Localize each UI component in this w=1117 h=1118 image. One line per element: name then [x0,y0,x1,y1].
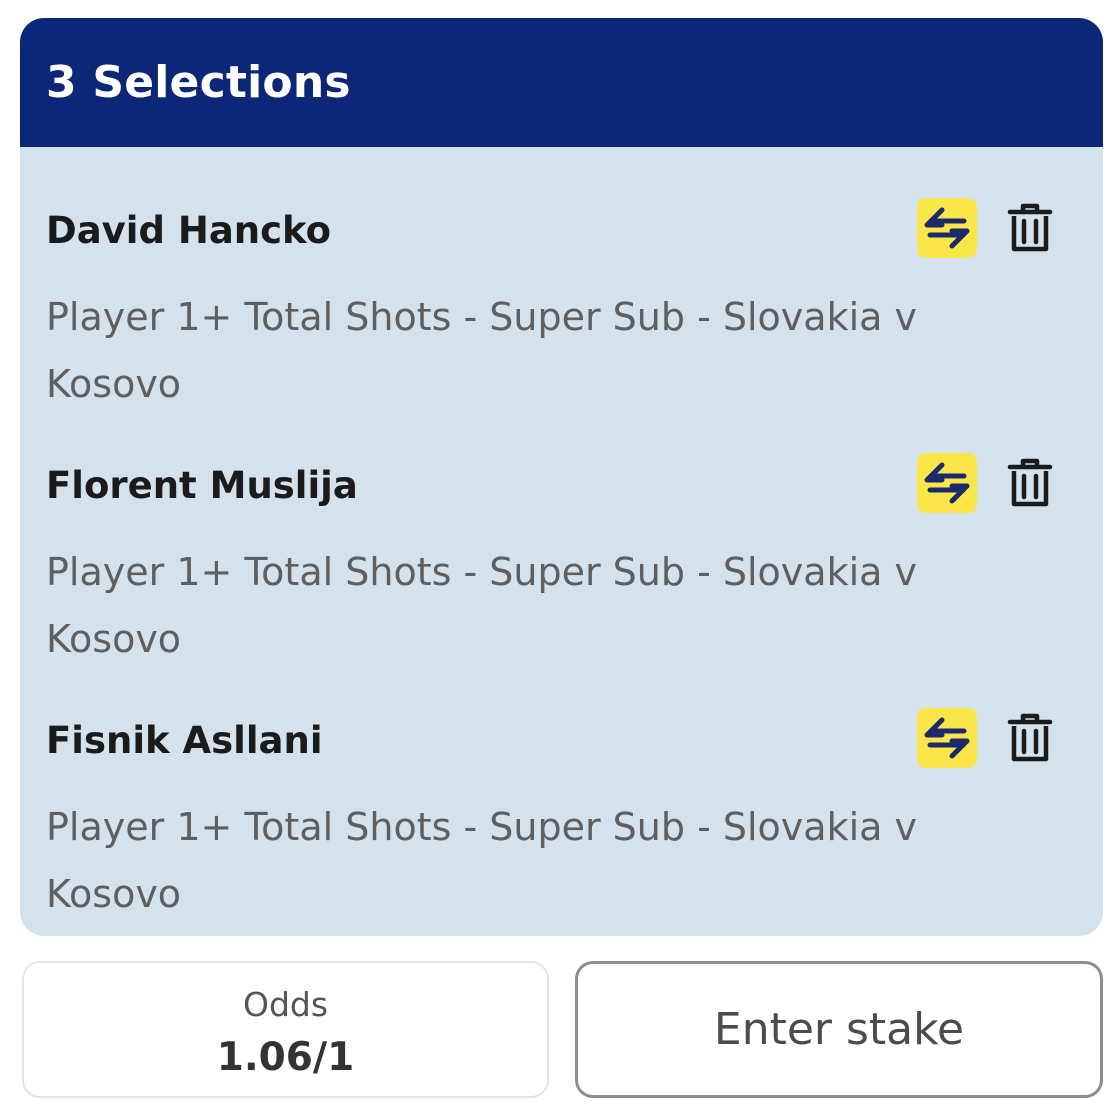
selection-name: Florent Muslija [46,464,358,507]
selection-name: David Hancko [46,209,332,252]
swap-arrows-icon [924,207,970,249]
stake-input[interactable] [575,961,1103,1098]
betslip-header: 3 Selections [20,18,1103,147]
selection-market: Player 1+ Total Shots - Super Sub - Slov… [46,805,917,916]
betslip-card: 3 Selections David Hancko Player 1+ Tota… [20,18,1103,936]
selection-name: Fisnik Asllani [46,719,323,762]
trash-icon [1007,203,1053,252]
swap-selection-button[interactable] [917,708,977,768]
selection-item: Florent Muslija Player 1+ Total Shots - … [20,442,1103,697]
odds-value: 1.06/1 [216,1035,355,1080]
delete-selection-button[interactable] [1002,198,1058,258]
odds-display: Odds 1.06/1 [22,961,549,1098]
swap-arrows-icon [924,462,970,504]
selection-item: Fisnik Asllani Player 1+ Total Shots - S… [20,697,1103,936]
swap-selection-button[interactable] [917,198,977,258]
delete-selection-button[interactable] [1002,708,1058,768]
betslip-title: 3 Selections [46,57,351,108]
swap-selection-button[interactable] [917,453,977,513]
trash-icon [1007,458,1053,507]
selection-market: Player 1+ Total Shots - Super Sub - Slov… [46,550,917,661]
selection-item: David Hancko Player 1+ Total Shots - Sup… [20,187,1103,442]
trash-icon [1007,713,1053,762]
delete-selection-button[interactable] [1002,453,1058,513]
odds-label: Odds [242,985,329,1024]
swap-arrows-icon [924,717,970,759]
selection-market: Player 1+ Total Shots - Super Sub - Slov… [46,295,917,406]
